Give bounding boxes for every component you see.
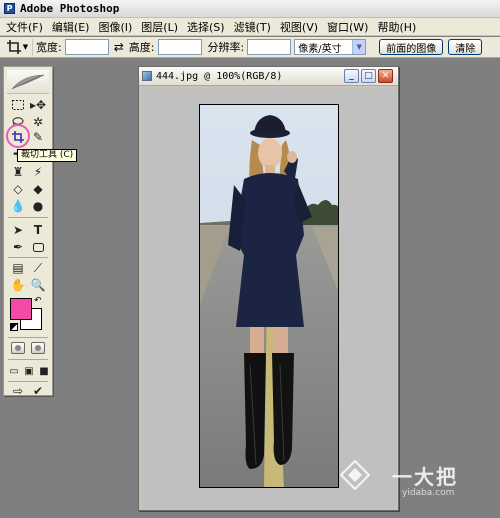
resolution-unit-select[interactable]: 像素/英寸 ▼ — [294, 39, 367, 55]
eraser-tool-icon[interactable]: ◇ — [9, 181, 27, 197]
canvas-photo — [199, 104, 339, 488]
photo-woman-on-road — [200, 105, 338, 487]
default-colors-icon[interactable] — [10, 323, 18, 331]
zoom-tool-icon[interactable]: 🔍 — [29, 277, 47, 293]
watermark-url: yidaba.com — [402, 488, 455, 498]
clone-stamp-tool-icon[interactable]: ♜ — [9, 164, 27, 180]
crop-tool-icon[interactable] — [9, 129, 27, 145]
width-label: 宽度: — [36, 41, 62, 54]
pen-tool-icon[interactable]: ✒ — [9, 239, 27, 255]
history-brush-tool-icon[interactable]: ⚡ — [29, 164, 47, 180]
menu-filter[interactable]: 滤镜(T) — [231, 19, 277, 35]
blur-tool-icon[interactable]: 💧 — [9, 198, 27, 214]
standard-mode-icon[interactable] — [11, 342, 25, 354]
menu-window[interactable]: 窗口(W) — [324, 19, 374, 35]
height-label: 高度: — [128, 41, 155, 54]
paint-bucket-tool-icon[interactable]: ◆ — [29, 181, 47, 197]
menu-bar: 文件(F) 编辑(E) 图像(I) 图层(L) 选择(S) 滤镜(T) 视图(V… — [0, 18, 500, 36]
screen-mode-full-icon[interactable]: ■ — [35, 363, 53, 379]
menu-image[interactable]: 图像(I) — [95, 19, 138, 35]
toolbox-divider — [8, 337, 48, 338]
chevron-down-icon: ▼ — [352, 40, 366, 54]
type-tool-icon[interactable]: T — [29, 222, 47, 238]
slice-tool-icon[interactable]: ✎ — [29, 129, 47, 145]
menu-edit[interactable]: 编辑(E) — [49, 19, 96, 35]
watermark: 一大把 yidaba.com — [340, 460, 458, 498]
toolbox-divider — [8, 257, 48, 258]
toolbox: ▸✥ ✲ ✎ ✚ ✐ ♜ ⚡ ◇ ◆ 💧 ● ➤ T ✒ ▤ ⟋ ✋ 🔍 ↶ ▭… — [3, 66, 53, 399]
shape-tool-icon[interactable] — [29, 239, 47, 255]
photoshop-icon: P — [4, 3, 15, 14]
height-field[interactable] — [157, 39, 202, 55]
crop-tool-preset-picker[interactable]: ▼ — [3, 38, 33, 56]
app-title: Adobe Photoshop — [20, 2, 120, 15]
minimize-button[interactable]: _ — [344, 69, 359, 83]
watermark-text: 一大把 — [392, 464, 458, 489]
toolbox-divider — [8, 217, 48, 218]
menu-file[interactable]: 文件(F) — [3, 19, 49, 35]
hand-tool-icon[interactable]: ✋ — [9, 277, 27, 293]
jump-to-imageready-icon[interactable]: ⇨ — [9, 383, 27, 399]
swap-colors-icon[interactable]: ↶ — [34, 296, 42, 306]
document-window[interactable]: 444.jpg @ 100%(RGB/8) _ □ ✕ — [138, 66, 399, 511]
watermark-logo-icon — [340, 460, 370, 490]
eyedropper-tool-icon[interactable]: ⟋ — [29, 260, 47, 276]
move-tool-icon[interactable]: ▸✥ — [29, 97, 47, 113]
quick-mask-mode-icon[interactable] — [31, 342, 45, 354]
magic-wand-tool-icon[interactable]: ✲ — [29, 114, 47, 130]
menu-view[interactable]: 视图(V) — [277, 19, 324, 35]
resolution-label: 分辨率: — [207, 41, 245, 54]
notes-tool-icon[interactable]: ▤ — [9, 260, 27, 276]
path-selection-tool-icon[interactable]: ➤ — [9, 222, 27, 238]
canvas-area[interactable] — [143, 89, 396, 508]
options-bar: ▼ 宽度: ⇄ 高度: 分辨率: 像素/英寸 ▼ 前面的图像 清除 — [0, 37, 500, 58]
maximize-button[interactable]: □ — [361, 69, 376, 83]
toolbox-divider — [8, 381, 48, 382]
document-title-bar[interactable]: 444.jpg @ 100%(RGB/8) — [139, 67, 398, 86]
marquee-tool-icon[interactable] — [9, 97, 27, 113]
app-title-bar: P Adobe Photoshop — [0, 0, 500, 18]
resolution-unit-value: 像素/英寸 — [298, 43, 342, 55]
foreground-color-swatch[interactable] — [10, 298, 32, 320]
resolution-field[interactable] — [247, 39, 292, 55]
toolbox-divider — [8, 359, 48, 360]
swap-dimensions-icon[interactable]: ⇄ — [112, 40, 126, 54]
document-icon — [142, 71, 152, 81]
crop-tool-icon — [6, 40, 21, 54]
document-title: 444.jpg @ 100%(RGB/8) — [156, 70, 283, 82]
chevron-down-icon: ▼ — [22, 43, 29, 51]
clear-button[interactable]: 清除 — [448, 39, 483, 55]
checkmark-icon[interactable]: ✔ — [29, 383, 47, 399]
menu-help[interactable]: 帮助(H) — [374, 19, 422, 35]
menu-layer[interactable]: 图层(L) — [138, 19, 184, 35]
width-field[interactable] — [64, 39, 109, 55]
crop-tool-tooltip: 裁切工具 (C) — [17, 149, 78, 162]
front-image-button[interactable]: 前面的图像 — [379, 39, 444, 55]
close-button[interactable]: ✕ — [378, 69, 393, 83]
dodge-tool-icon[interactable]: ● — [29, 198, 47, 214]
menu-select[interactable]: 选择(S) — [184, 19, 231, 35]
feather-logo-icon — [7, 70, 49, 94]
